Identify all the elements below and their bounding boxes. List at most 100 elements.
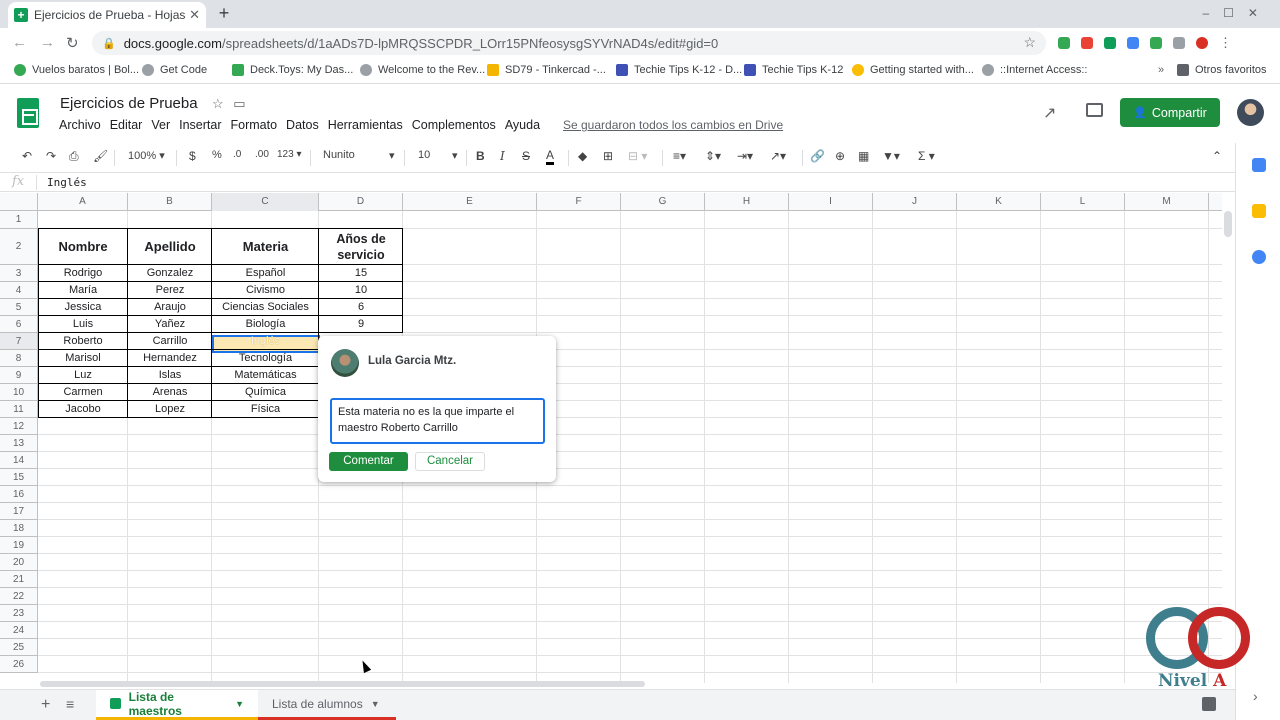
row-header[interactable]: 5: [0, 299, 38, 316]
bookmark-item[interactable]: ::Internet Access::: [982, 64, 1087, 76]
extension-icon[interactable]: [1173, 37, 1185, 49]
column-header[interactable]: I: [789, 193, 873, 211]
explore-icon[interactable]: [1202, 697, 1216, 711]
table-cell-nombre[interactable]: Luis: [38, 316, 128, 333]
table-header-nombre[interactable]: Nombre: [38, 229, 128, 265]
column-header[interactable]: H: [705, 193, 789, 211]
insert-link-icon[interactable]: 🔗: [810, 149, 825, 163]
tasks-icon[interactable]: [1252, 250, 1266, 264]
comment-cancel-button[interactable]: Cancelar: [415, 452, 485, 471]
row-header[interactable]: 2: [0, 229, 38, 265]
row-header[interactable]: 19: [0, 537, 38, 554]
increase-decimals[interactable]: .00: [255, 149, 269, 160]
account-avatar[interactable]: [1237, 99, 1264, 126]
table-cell-materia[interactable]: Español: [212, 265, 319, 282]
calendar-icon[interactable]: [1252, 158, 1266, 172]
save-status-link[interactable]: Se guardaron todos los cambios en Drive: [563, 118, 783, 132]
table-cell-materia[interactable]: Química: [212, 384, 319, 401]
table-header-apellido[interactable]: Apellido: [128, 229, 212, 265]
sheet-tab-lista-de-alumnos[interactable]: Lista de alumnos ▼: [258, 690, 396, 720]
insert-chart-icon[interactable]: ▦: [858, 149, 869, 163]
row-header[interactable]: 14: [0, 452, 38, 469]
horizontal-scrollbar[interactable]: [40, 681, 645, 687]
bookmarks-overflow-icon[interactable]: »: [1158, 64, 1164, 76]
table-cell-anos[interactable]: 6: [319, 299, 403, 316]
column-header[interactable]: D: [319, 193, 403, 211]
row-header[interactable]: 3: [0, 265, 38, 282]
bookmark-item[interactable]: Techie Tips K-12: [744, 64, 843, 76]
font-size-select[interactable]: 10 ▾: [418, 149, 460, 162]
table-cell-nombre[interactable]: Luz: [38, 367, 128, 384]
sheet-tab-lista-de-maestros[interactable]: Lista de maestros ▼: [96, 690, 258, 720]
document-title[interactable]: Ejercicios de Prueba: [60, 95, 198, 112]
all-sheets-icon[interactable]: ≡: [66, 696, 74, 712]
chevron-down-icon[interactable]: ▼: [371, 699, 380, 709]
bold-icon[interactable]: B: [476, 149, 485, 163]
table-cell-materia[interactable]: Tecnología: [212, 350, 319, 367]
extension-icon[interactable]: [1150, 37, 1162, 49]
paint-format-icon[interactable]: 🖌: [93, 149, 108, 163]
italic-icon[interactable]: I: [500, 149, 505, 163]
bookmark-item[interactable]: Welcome to the Rev...: [360, 64, 485, 76]
add-sheet-icon[interactable]: +: [41, 696, 50, 714]
bookmark-item[interactable]: Deck.Toys: My Das...: [232, 64, 353, 76]
table-cell-materia[interactable]: Inglés: [212, 333, 319, 350]
extension-icon[interactable]: [1104, 37, 1116, 49]
table-cell-nombre[interactable]: María: [38, 282, 128, 299]
row-header[interactable]: 6: [0, 316, 38, 333]
table-cell-materia[interactable]: Civismo: [212, 282, 319, 299]
back-icon[interactable]: ←: [12, 34, 27, 51]
close-tab-icon[interactable]: ✕: [189, 7, 200, 23]
menu-complementos[interactable]: Complementos: [412, 118, 496, 132]
table-cell-apellido[interactable]: Hernandez: [128, 350, 212, 367]
comments-icon[interactable]: [1086, 103, 1103, 117]
zoom-select[interactable]: 100% ▾: [128, 149, 165, 162]
bookmark-item[interactable]: Getting started with...: [852, 64, 974, 76]
currency-format[interactable]: $: [189, 149, 196, 163]
table-cell-materia[interactable]: Biología: [212, 316, 319, 333]
print-icon[interactable]: ⎙: [69, 149, 79, 164]
explore-trend-icon[interactable]: ↗: [1043, 103, 1056, 123]
table-cell-apellido[interactable]: Perez: [128, 282, 212, 299]
text-color-icon[interactable]: A: [546, 149, 555, 165]
window-controls[interactable]: –☐✕: [1203, 6, 1273, 20]
menu-datos[interactable]: Datos: [286, 118, 319, 132]
row-header[interactable]: 18: [0, 520, 38, 537]
column-header[interactable]: L: [1041, 193, 1125, 211]
column-header[interactable]: M: [1125, 193, 1209, 211]
menu-formato[interactable]: Formato: [231, 118, 278, 132]
row-header[interactable]: 12: [0, 418, 38, 435]
table-cell-anos[interactable]: 15: [319, 265, 403, 282]
column-header[interactable]: C: [212, 193, 319, 211]
table-cell-nombre[interactable]: Jessica: [38, 299, 128, 316]
menu-archivo[interactable]: Archivo: [59, 118, 101, 132]
bookmark-item[interactable]: Techie Tips K-12 - D...: [616, 64, 742, 76]
column-header[interactable]: B: [128, 193, 212, 211]
row-header[interactable]: 17: [0, 503, 38, 520]
table-cell-nombre[interactable]: Marisol: [38, 350, 128, 367]
row-header[interactable]: 13: [0, 435, 38, 452]
bookmark-star-icon[interactable]: ☆: [1023, 34, 1036, 51]
row-header[interactable]: 25: [0, 639, 38, 656]
table-cell-nombre[interactable]: Jacobo: [38, 401, 128, 418]
redo-icon[interactable]: ↷: [46, 149, 56, 163]
merge-cells-icon[interactable]: ⊟ ▾: [628, 149, 647, 163]
url-bar[interactable]: 🔒 docs.google.com/spreadsheets/d/1aADs7D…: [92, 31, 1046, 55]
row-header[interactable]: 22: [0, 588, 38, 605]
other-bookmarks-folder[interactable]: Otros favoritos: [1177, 64, 1267, 76]
bookmark-item[interactable]: Get Code: [142, 64, 207, 76]
row-header[interactable]: 9: [0, 367, 38, 384]
table-cell-nombre[interactable]: Carmen: [38, 384, 128, 401]
row-header[interactable]: 26: [0, 656, 38, 673]
table-header-materia[interactable]: Materia: [212, 229, 319, 265]
table-cell-materia[interactable]: Física: [212, 401, 319, 418]
table-cell-anos[interactable]: 9: [319, 316, 403, 333]
text-wrap-icon[interactable]: ⇥▾: [737, 149, 753, 163]
strikethrough-icon[interactable]: S: [522, 149, 530, 163]
table-cell-materia[interactable]: Ciencias Sociales: [212, 299, 319, 316]
browser-tab[interactable]: + Ejercicios de Prueba - Hojas de ✕: [8, 2, 206, 28]
select-all-corner[interactable]: [0, 193, 38, 211]
menu-insertar[interactable]: Insertar: [179, 118, 221, 132]
vertical-align-icon[interactable]: ⇕▾: [705, 149, 721, 163]
filter-icon[interactable]: ▼▾: [882, 149, 900, 163]
